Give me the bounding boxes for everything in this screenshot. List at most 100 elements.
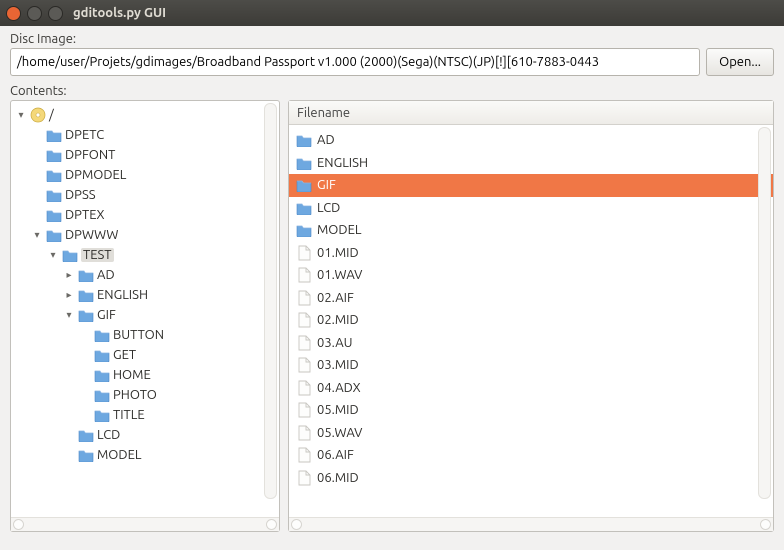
list-item[interactable]: AD xyxy=(289,129,773,152)
tree-item-label: MODEL xyxy=(97,448,141,462)
scroll-right-icon[interactable] xyxy=(760,519,771,530)
tree-item-label: BUTTON xyxy=(113,328,164,342)
tree-item-label: GIF xyxy=(97,308,116,322)
list-horizontal-scrollbar[interactable] xyxy=(289,517,773,531)
file-list[interactable]: ADENGLISHGIF LCD MODEL 01.MID01.WAV02.AIF02… xyxy=(289,127,773,489)
list-item[interactable]: 05.WAV xyxy=(289,422,773,445)
list-item[interactable]: LCD xyxy=(289,197,773,220)
list-item[interactable]: 02.MID xyxy=(289,309,773,332)
folder-icon xyxy=(62,248,78,262)
expander-icon[interactable]: ▸ xyxy=(63,269,75,281)
tree-item-label: DPETC xyxy=(65,128,104,142)
tree-pane: ▾/DPETCDPFONTDPMODELDPSSDPTEX▾DPWWW▾TEST… xyxy=(10,100,280,532)
tree-item[interactable]: DPMODEL xyxy=(15,165,279,185)
tree-item[interactable]: DPFONT xyxy=(15,145,279,165)
tree-item[interactable]: TITLE xyxy=(15,405,279,425)
tree-item-label: TITLE xyxy=(113,408,145,422)
list-item[interactable]: 01.WAV xyxy=(289,264,773,287)
folder-icon xyxy=(46,128,62,142)
disc-image-path-input[interactable]: /home/user/Projets/gdimages/Broadband Pa… xyxy=(10,48,700,76)
tree-item[interactable]: HOME xyxy=(15,365,279,385)
list-item[interactable]: 01.MID xyxy=(289,242,773,265)
list-item[interactable]: 03.MID xyxy=(289,354,773,377)
expander-icon[interactable]: ▾ xyxy=(47,249,59,261)
disc-icon xyxy=(30,107,46,123)
filename-column-header[interactable]: Filename xyxy=(289,101,773,125)
list-item-label: 06.AIF xyxy=(317,448,354,462)
folder-icon xyxy=(94,328,110,342)
close-icon[interactable] xyxy=(6,6,21,21)
list-item[interactable]: 04.ADX xyxy=(289,377,773,400)
expander-icon[interactable]: ▾ xyxy=(31,229,43,241)
list-item[interactable]: 05.MID xyxy=(289,399,773,422)
folder-icon xyxy=(78,448,94,462)
list-item[interactable]: 06.MID xyxy=(289,467,773,490)
list-item-label: 03.AU xyxy=(317,336,353,350)
tree-item[interactable]: MODEL xyxy=(15,445,279,465)
list-item[interactable]: MODEL xyxy=(289,219,773,242)
open-button[interactable]: Open... xyxy=(706,48,774,76)
tree-item[interactable]: GET xyxy=(15,345,279,365)
window-title: gditools.py GUI xyxy=(73,6,166,20)
tree-vertical-scrollbar[interactable] xyxy=(264,103,277,499)
list-item[interactable]: GIF xyxy=(289,174,773,197)
file-icon xyxy=(298,402,311,418)
tree-item[interactable]: BUTTON xyxy=(15,325,279,345)
expander-icon[interactable]: ▾ xyxy=(15,109,27,121)
tree-item-label: DPSS xyxy=(65,188,96,202)
list-item-label: 04.ADX xyxy=(317,381,361,395)
file-icon xyxy=(298,425,311,441)
minimize-icon[interactable] xyxy=(27,6,42,21)
scroll-left-icon[interactable] xyxy=(13,519,24,530)
tree-item[interactable]: LCD xyxy=(15,425,279,445)
tree-item-label: GET xyxy=(113,348,136,362)
folder-icon xyxy=(296,201,312,215)
folder-icon xyxy=(94,408,110,422)
list-item[interactable]: 03.AU xyxy=(289,332,773,355)
folder-icon xyxy=(78,268,94,282)
folder-icon xyxy=(296,178,312,192)
list-item-label: MODEL xyxy=(317,223,361,237)
folder-icon xyxy=(46,208,62,222)
tree-item-label: TEST xyxy=(81,248,114,262)
file-icon xyxy=(298,357,311,373)
tree-item[interactable]: DPETC xyxy=(15,125,279,145)
tree-item-label: PHOTO xyxy=(113,388,157,402)
list-item-label: 05.WAV xyxy=(317,426,362,440)
list-vertical-scrollbar[interactable] xyxy=(758,127,771,499)
list-item-label: 06.MID xyxy=(317,471,359,485)
list-item-label: LCD xyxy=(317,201,340,215)
tree-item[interactable]: ▾/ xyxy=(15,105,279,125)
folder-icon xyxy=(78,308,94,322)
list-item[interactable]: ENGLISH xyxy=(289,152,773,175)
list-item-label: 03.MID xyxy=(317,358,359,372)
tree-item-label: / xyxy=(49,108,54,122)
list-item-label: 05.MID xyxy=(317,403,359,417)
tree-item-label: LCD xyxy=(97,428,120,442)
expander-icon[interactable]: ▸ xyxy=(63,289,75,301)
tree-item[interactable]: DPTEX xyxy=(15,205,279,225)
folder-icon xyxy=(94,368,110,382)
tree-item[interactable]: ▾ GIF xyxy=(15,305,279,325)
expander-icon[interactable]: ▾ xyxy=(63,309,75,321)
file-icon xyxy=(298,290,311,306)
tree-item[interactable]: DPSS xyxy=(15,185,279,205)
scroll-left-icon[interactable] xyxy=(291,519,302,530)
tree-item[interactable]: ▾ DPWWW xyxy=(15,225,279,245)
folder-icon xyxy=(296,156,312,170)
folder-icon xyxy=(94,388,110,402)
maximize-icon[interactable] xyxy=(48,6,63,21)
list-item[interactable]: 06.AIF xyxy=(289,444,773,467)
file-icon xyxy=(298,267,311,283)
tree-item-label: DPWWW xyxy=(65,228,118,242)
folder-icon xyxy=(296,133,312,147)
tree-item[interactable]: PHOTO xyxy=(15,385,279,405)
tree-item[interactable]: ▸ ENGLISH xyxy=(15,285,279,305)
directory-tree[interactable]: ▾/DPETCDPFONTDPMODELDPSSDPTEX▾DPWWW▾TEST… xyxy=(11,103,279,467)
tree-item[interactable]: ▾ TEST xyxy=(15,245,279,265)
tree-horizontal-scrollbar[interactable] xyxy=(11,517,279,531)
scroll-right-icon[interactable] xyxy=(266,519,277,530)
tree-item-label: ENGLISH xyxy=(97,288,148,302)
list-item[interactable]: 02.AIF xyxy=(289,287,773,310)
tree-item[interactable]: ▸AD xyxy=(15,265,279,285)
